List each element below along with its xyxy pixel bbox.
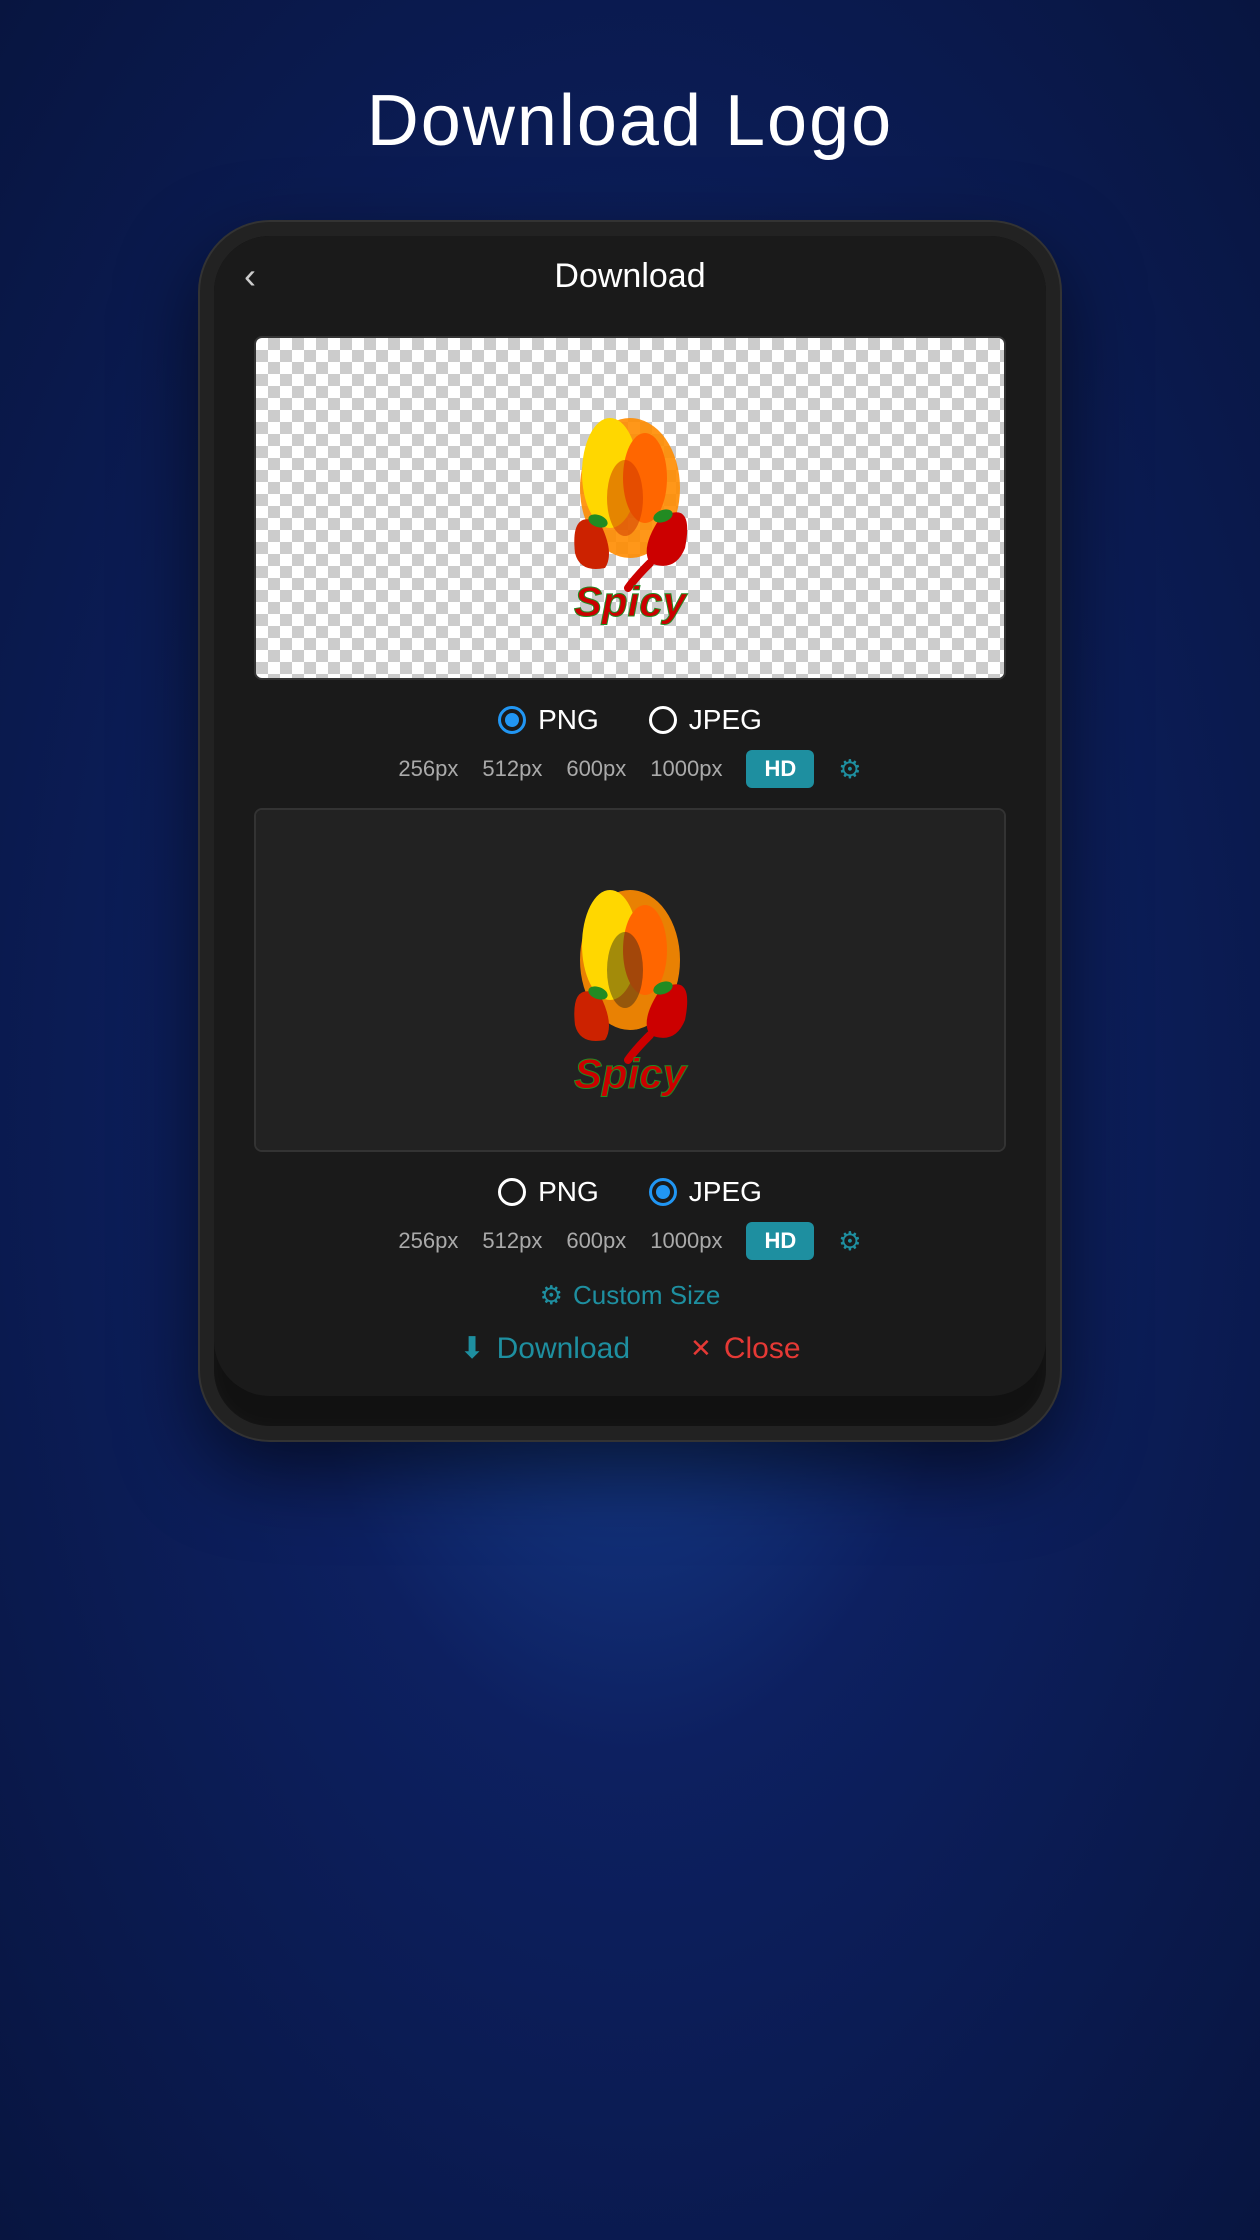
custom-size-icon: ⚙	[540, 1280, 563, 1311]
size-256-2[interactable]: 256px	[398, 1228, 458, 1254]
jpeg-label-1: JPEG	[689, 704, 762, 736]
svg-text:Spicy: Spicy	[574, 578, 689, 625]
size-hd-1[interactable]: HD	[746, 750, 814, 788]
logo-image-2: Spicy Spicy	[520, 850, 740, 1110]
size-600-2[interactable]: 600px	[566, 1228, 626, 1254]
png-radio-2[interactable]	[498, 1178, 526, 1206]
jpeg-label-2: JPEG	[689, 1176, 762, 1208]
format-row-1: PNG JPEG	[254, 704, 1006, 736]
jpeg-option-1[interactable]: JPEG	[649, 704, 762, 736]
phone-screen: ‹ Download	[214, 236, 1046, 1396]
download-button[interactable]: ⬇ Download	[459, 1331, 630, 1366]
phone-frame: ‹ Download	[200, 222, 1060, 1440]
preview-transparent-bg: Spicy Spicy	[256, 338, 1004, 678]
back-button[interactable]: ‹	[244, 255, 256, 297]
png-option-2[interactable]: PNG	[498, 1176, 599, 1208]
png-radio-1[interactable]	[498, 706, 526, 734]
logo-image-1: Spicy Spicy	[520, 378, 740, 638]
phone-topbar: ‹ Download	[214, 236, 1046, 316]
size-hd-2[interactable]: HD	[746, 1222, 814, 1260]
gear-icon-2[interactable]: ⚙	[838, 1226, 861, 1257]
svg-text:Spicy: Spicy	[574, 1050, 689, 1097]
download-label: Download	[497, 1332, 630, 1366]
size-1000-1[interactable]: 1000px	[650, 756, 722, 782]
download-icon: ⬇	[459, 1331, 484, 1366]
jpeg-option-2[interactable]: JPEG	[649, 1176, 762, 1208]
preview-card-1: Spicy Spicy	[254, 336, 1006, 680]
close-button[interactable]: ✕ Close	[690, 1331, 801, 1366]
custom-size-row[interactable]: ⚙ Custom Size	[254, 1280, 1006, 1311]
size-256-1[interactable]: 256px	[398, 756, 458, 782]
size-row-1: 256px 512px 600px 1000px HD ⚙	[254, 750, 1006, 788]
size-row-2: 256px 512px 600px 1000px HD ⚙	[254, 1222, 1006, 1260]
png-option-1[interactable]: PNG	[498, 704, 599, 736]
custom-size-label: Custom Size	[573, 1280, 720, 1311]
gear-icon-1[interactable]: ⚙	[838, 754, 861, 785]
close-label: Close	[724, 1332, 801, 1366]
preview-card-2: Spicy Spicy	[254, 808, 1006, 1152]
jpeg-radio-2[interactable]	[649, 1178, 677, 1206]
size-512-2[interactable]: 512px	[482, 1228, 542, 1254]
size-1000-2[interactable]: 1000px	[650, 1228, 722, 1254]
png-label-2: PNG	[538, 1176, 599, 1208]
close-icon: ✕	[690, 1333, 712, 1364]
screen-title: Download	[554, 257, 705, 296]
bottom-actions: ⬇ Download ✕ Close	[254, 1331, 1006, 1366]
screen-content: Spicy Spicy PNG JPEG 256px 512	[214, 316, 1046, 1396]
format-row-2: PNG JPEG	[254, 1176, 1006, 1208]
jpeg-radio-1[interactable]	[649, 706, 677, 734]
preview-dark-bg: Spicy Spicy	[256, 810, 1004, 1150]
png-label-1: PNG	[538, 704, 599, 736]
page-title: Download Logo	[367, 80, 893, 162]
size-600-1[interactable]: 600px	[566, 756, 626, 782]
size-512-1[interactable]: 512px	[482, 756, 542, 782]
